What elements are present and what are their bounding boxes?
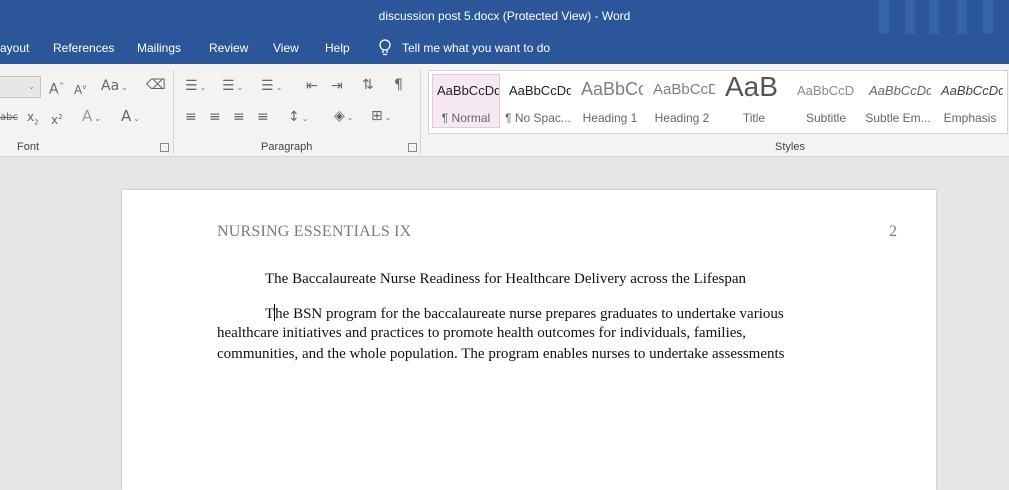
shrink-font-button[interactable]: Av	[74, 79, 86, 98]
chevron-down-icon: ⌄	[94, 114, 101, 123]
body-line: communities, and the whole population. T…	[217, 346, 785, 362]
window-title: discussion post 5.docx (Protected View) …	[378, 9, 631, 23]
style-name: ¶ Normal	[441, 111, 491, 125]
subscript-button[interactable]: x2	[27, 109, 39, 130]
style-preview: AaBbCcDd	[941, 83, 1003, 98]
body-line: The BSN program for the baccalaureate nu…	[265, 304, 784, 323]
line-spacing-icon[interactable]: ↕ ⌄	[288, 109, 308, 127]
style-preview: AaBbCcD	[653, 81, 715, 98]
style-normal[interactable]: AaBbCcDd ¶ Normal	[432, 74, 500, 128]
style-name: ¶ No Spac...	[505, 111, 571, 125]
chevron-down-icon: ⌄	[28, 82, 35, 91]
title-bar-decoration	[869, 0, 1009, 34]
tab-review[interactable]: Review	[209, 41, 248, 55]
chevron-down-icon: ⌄	[275, 83, 283, 92]
style-preview: AaB	[725, 75, 778, 102]
chevron-down-icon: ⌄	[199, 83, 207, 92]
chevron-down-icon: ⌄	[346, 113, 354, 122]
style-name: Subtle Em...	[865, 111, 931, 125]
style-subtle-emphasis[interactable]: AaBbCcDd Subtle Em...	[865, 75, 931, 127]
ribbon: ⌄ A^ Av Aa ⌄ ⌫ abc x2 x2 A ⌄ A ⌄ Font ☰ ⌄ ☰ ⌄…	[0, 64, 1009, 157]
show-formatting-marks-icon[interactable]: ¶	[394, 77, 403, 93]
ribbon-tabs: ayout References Mailings Review View He…	[0, 34, 1009, 64]
numbering-icon[interactable]: ☰ ⌄	[222, 78, 243, 96]
align-left-icon[interactable]: ≡	[185, 109, 197, 125]
styles-group-label: Styles	[775, 141, 805, 153]
text-effects-button[interactable]: A ⌄	[82, 108, 101, 127]
line-start: T	[265, 306, 275, 322]
body-line: healthcare initiatives and practices to …	[217, 325, 746, 341]
style-preview: AaBbCc	[581, 79, 643, 99]
style-preview: AaBbCcDd	[437, 83, 499, 98]
style-preview: AaBbCcDd	[869, 83, 931, 98]
multilevel-list-icon[interactable]: ☰ ⌄	[261, 78, 282, 96]
chevron-down-icon: ⌄	[133, 114, 140, 123]
tell-me-label: Tell me what you want to do	[402, 41, 551, 55]
page-header: NURSING ESSENTIALS IX	[217, 223, 412, 240]
style-title[interactable]: AaB Title	[721, 75, 787, 127]
document-page[interactable]: NURSING ESSENTIALS IX 2 The Baccalaureat…	[122, 190, 936, 490]
chevron-down-icon: ⌄	[121, 83, 128, 92]
shading-icon[interactable]: ◈ ⌄	[334, 108, 353, 126]
tab-mailings[interactable]: Mailings	[137, 41, 181, 55]
group-divider	[173, 70, 174, 154]
style-name: Title	[742, 111, 766, 125]
title-bar: discussion post 5.docx (Protected View) …	[0, 0, 1009, 34]
align-center-icon[interactable]: ≡	[209, 109, 221, 125]
group-divider	[420, 70, 421, 154]
bullets-icon[interactable]: ☰ ⌄	[185, 78, 206, 96]
lightbulb-icon	[379, 39, 391, 56]
clear-formatting-icon[interactable]: ⌫	[146, 77, 166, 93]
chevron-down-icon: ⌄	[301, 114, 309, 123]
page-number: 2	[889, 223, 897, 240]
style-name: Subtitle	[805, 111, 847, 125]
document-area[interactable]: NURSING ESSENTIALS IX 2 The Baccalaureat…	[0, 157, 1009, 490]
sort-icon[interactable]: ⇅	[362, 77, 374, 93]
style-heading-1[interactable]: AaBbCc Heading 1	[577, 75, 643, 127]
change-case-button[interactable]: Aa ⌄	[101, 78, 128, 96]
chevron-down-icon: ⌄	[384, 113, 392, 122]
font-size-box[interactable]: ⌄	[0, 76, 41, 98]
style-subtitle[interactable]: AaBbCcD Subtitle	[793, 75, 859, 127]
font-group-label: Font	[17, 141, 40, 153]
style-name: Heading 1	[582, 111, 638, 125]
font-color-button[interactable]: A ⌄	[121, 108, 140, 127]
increase-indent-icon[interactable]: ⇥	[331, 78, 343, 94]
chevron-down-icon: ⌄	[236, 83, 244, 92]
document-title: The Baccalaureate Nurse Readiness for He…	[265, 271, 747, 287]
tab-layout[interactable]: ayout	[0, 41, 29, 55]
styles-gallery: AaBbCcDd ¶ Normal AaBbCcDd ¶ No Spac... …	[428, 70, 1008, 134]
style-emphasis[interactable]: AaBbCcDd Emphasis	[937, 75, 1003, 127]
style-preview: AaBbCcDd	[509, 83, 571, 98]
borders-icon[interactable]: ⊞ ⌄	[371, 108, 391, 126]
decrease-indent-icon[interactable]: ⇤	[306, 78, 318, 94]
tab-references[interactable]: References	[53, 41, 114, 55]
tab-view[interactable]: View	[273, 41, 299, 55]
font-dialog-launcher-icon[interactable]	[160, 143, 169, 152]
style-heading-2[interactable]: AaBbCcD Heading 2	[649, 75, 715, 127]
strikethrough-button[interactable]: abc	[0, 110, 18, 126]
justify-icon[interactable]: ≡	[257, 109, 269, 125]
line-rest: he BSN program for the baccalaureate nur…	[275, 306, 784, 322]
paragraph-group-label: Paragraph	[261, 141, 313, 153]
tell-me-search[interactable]: Tell me what you want to do	[378, 39, 550, 57]
style-preview: AaBbCcD	[797, 83, 855, 98]
paragraph-dialog-launcher-icon[interactable]	[408, 143, 417, 152]
style-name: Heading 2	[654, 111, 710, 125]
style-name: Emphasis	[943, 111, 997, 125]
style-no-spacing[interactable]: AaBbCcDd ¶ No Spac...	[505, 75, 571, 127]
grow-font-button[interactable]: A^	[49, 78, 64, 98]
align-right-icon[interactable]: ≡	[233, 109, 245, 125]
superscript-button[interactable]: x2	[51, 109, 63, 128]
tab-help[interactable]: Help	[325, 41, 350, 55]
